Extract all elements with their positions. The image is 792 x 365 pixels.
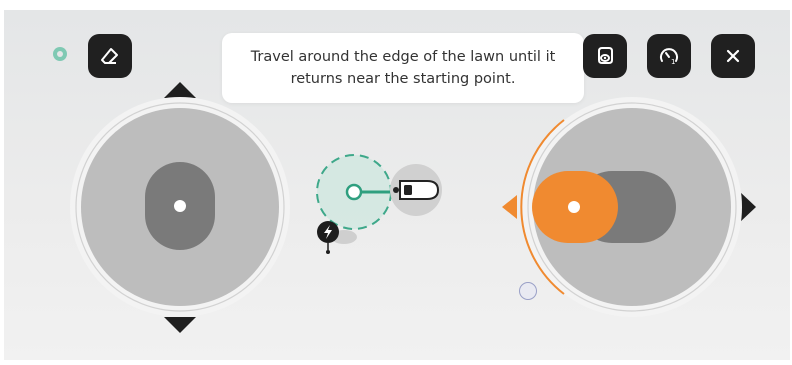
status-ring-icon <box>53 47 67 61</box>
right-joystick-knob <box>532 171 618 243</box>
eye-view-icon <box>598 47 613 64</box>
svg-text:1: 1 <box>671 58 675 66</box>
view-toggle-button[interactable] <box>583 34 627 78</box>
mapping-screen: Travel around the edge of the lawn until… <box>4 10 790 360</box>
left-joystick-knob <box>145 162 215 250</box>
right-joystick-left-arrow <box>502 195 517 207</box>
speed-gauge-icon: 1 <box>660 48 678 66</box>
eraser-icon <box>101 48 118 64</box>
close-icon <box>726 49 740 63</box>
charging-station-icon <box>317 221 357 254</box>
instruction-line-2: returns near the starting point. <box>290 71 516 87</box>
left-joystick-down-arrow <box>164 317 196 333</box>
close-button[interactable] <box>711 34 755 78</box>
eraser-button[interactable] <box>88 34 132 78</box>
left-joystick-up-arrow <box>164 82 196 98</box>
location-marker <box>519 282 537 300</box>
mower-robot-icon <box>393 180 440 200</box>
right-joystick-left-arrow-lower <box>502 207 517 219</box>
right-joystick-right-arrow <box>739 191 756 223</box>
speed-button[interactable]: 1 <box>647 34 691 78</box>
instruction-line-1: Travel around the edge of the lawn until… <box>250 49 556 65</box>
instruction-tooltip: Travel around the edge of the lawn until… <box>222 33 584 103</box>
